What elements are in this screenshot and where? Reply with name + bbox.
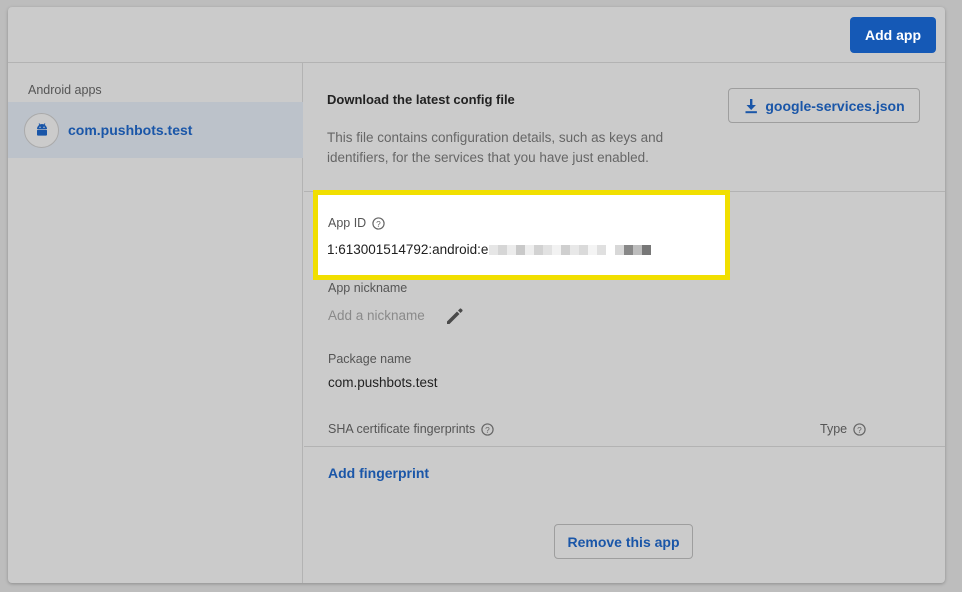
config-title: Download the latest config file xyxy=(327,92,515,107)
edit-icon[interactable] xyxy=(444,305,466,327)
download-config-label: google-services.json xyxy=(765,97,905,114)
config-description: This file contains configuration details… xyxy=(327,130,664,165)
download-config-button[interactable]: google-services.json xyxy=(728,88,920,123)
app-details-panel: Download the latest config file This fil… xyxy=(304,63,945,583)
package-name-label: Package name xyxy=(328,352,412,366)
help-icon[interactable]: ? xyxy=(853,422,866,436)
sha-fingerprints-label: SHA certificate fingerprints ? xyxy=(328,422,494,436)
download-icon xyxy=(745,98,758,113)
sidebar-heading: Android apps xyxy=(28,83,102,97)
type-column-label: Type ? xyxy=(820,422,866,436)
svg-text:?: ? xyxy=(376,218,381,228)
svg-text:?: ? xyxy=(857,424,862,434)
sha-divider xyxy=(304,446,945,447)
add-fingerprint-link[interactable]: Add fingerprint xyxy=(328,465,429,481)
remove-app-button[interactable]: Remove this app xyxy=(554,524,693,559)
app-id-text: 1:613001514792:android:e xyxy=(327,242,489,257)
sidebar-app-name: com.pushbots.test xyxy=(68,122,193,138)
help-icon[interactable]: ? xyxy=(372,216,385,230)
nickname-label: App nickname xyxy=(328,281,408,295)
help-icon[interactable]: ? xyxy=(481,422,494,436)
app-id-highlight: App ID ? 1:613001514792:android:e xyxy=(313,190,730,280)
add-app-button[interactable]: Add app xyxy=(850,17,936,53)
package-name-value: com.pushbots.test xyxy=(328,375,438,390)
sha-label-text: SHA certificate fingerprints xyxy=(328,422,476,436)
svg-text:?: ? xyxy=(485,424,490,434)
app-id-label: App ID ? xyxy=(328,216,385,230)
redacted-app-id xyxy=(489,244,652,255)
android-icon xyxy=(24,112,59,148)
sidebar: Android apps com.pushbots.test xyxy=(8,63,303,583)
type-label-text: Type xyxy=(820,422,848,436)
sidebar-item-app[interactable]: com.pushbots.test xyxy=(8,102,303,158)
app-id-label-text: App ID xyxy=(328,216,367,230)
app-id-value[interactable]: 1:613001514792:android:e xyxy=(327,242,652,257)
nickname-placeholder[interactable]: Add a nickname xyxy=(328,308,425,323)
